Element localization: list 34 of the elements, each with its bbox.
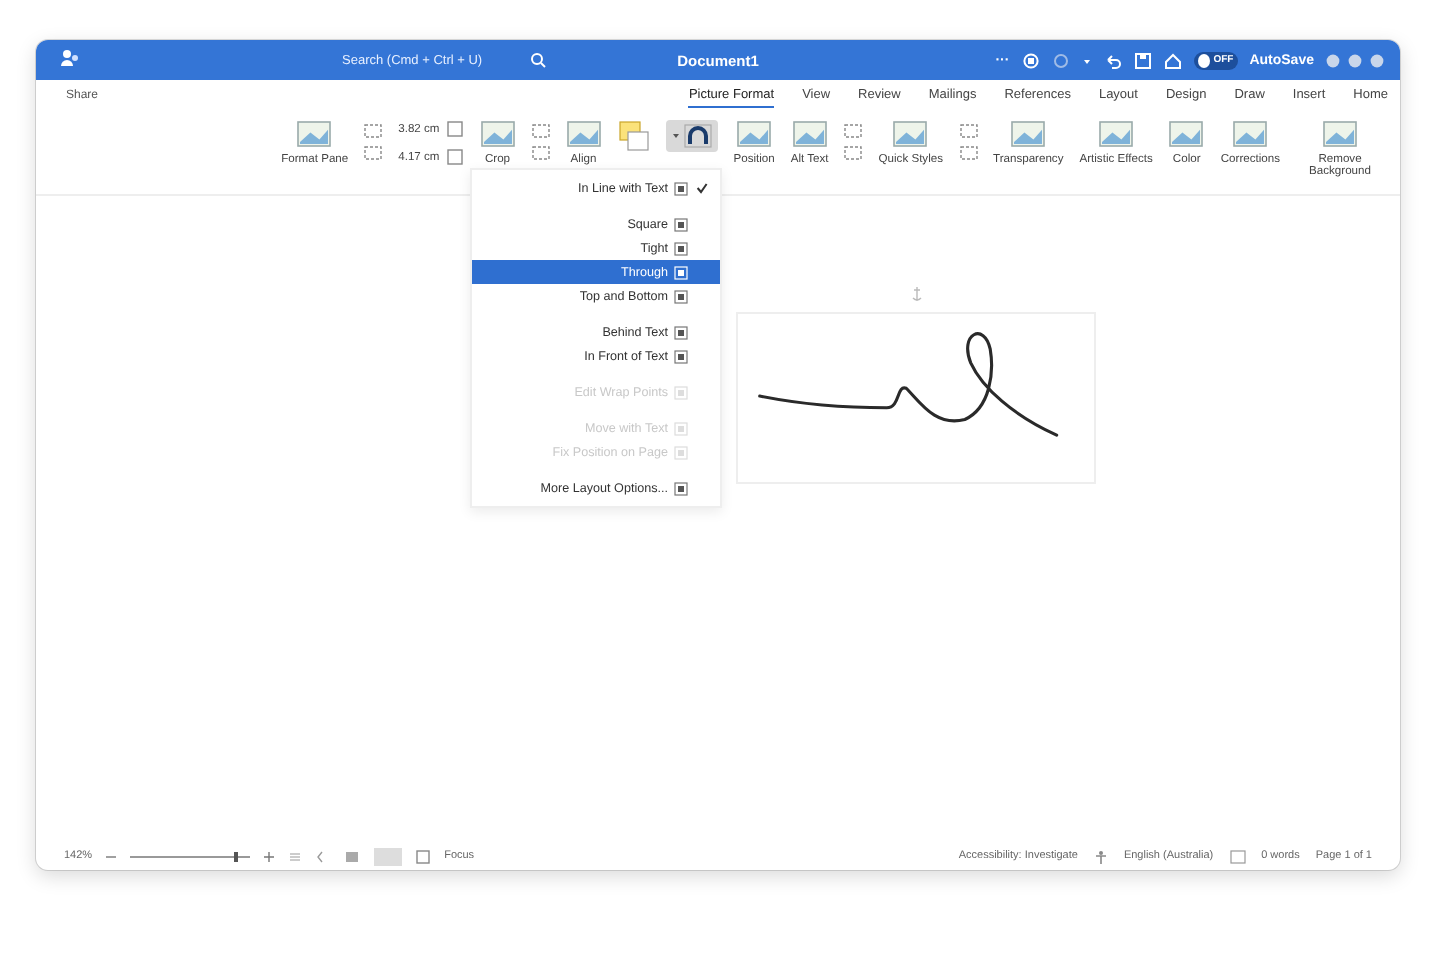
zoom-in-icon[interactable] [264,851,275,861]
slider-thumb[interactable] [234,851,239,861]
layers-icon[interactable] [617,120,650,152]
focus-icon[interactable] [416,849,431,863]
save-icon[interactable] [1133,51,1152,69]
search-icon [530,52,546,68]
arch-icon [683,124,712,148]
undo-icon[interactable] [1103,51,1122,69]
image-icon [736,120,773,148]
image-icon [565,120,602,148]
zoom-out-icon[interactable] [106,851,117,861]
image-icon [1168,120,1205,148]
image-icon [479,120,516,148]
width-icon [445,148,464,166]
home-icon[interactable] [1163,51,1182,69]
image-icon [296,120,333,148]
image-icon [1098,120,1135,148]
image-icon [1322,120,1358,148]
web-layout-icon[interactable] [344,849,361,863]
height-icon [445,120,464,138]
wrap-text-button[interactable] [665,120,718,152]
image-icon [892,120,929,148]
person-icon[interactable] [60,48,80,68]
anchor-icon [912,286,922,302]
proofing-icon[interactable] [1229,849,1246,863]
draft-icon[interactable] [288,849,303,863]
image-icon [1232,120,1269,148]
wrap-style-icon [674,481,688,495]
accessibility-icon[interactable] [1093,849,1108,863]
wrap-style-icon [674,385,688,399]
image-icon [1010,120,1047,148]
view-button[interactable] [374,847,403,865]
image-icon [791,120,828,148]
wrap-style-icon [674,181,688,195]
